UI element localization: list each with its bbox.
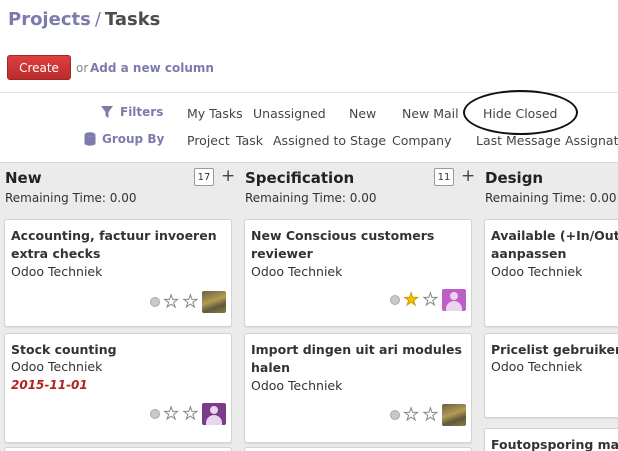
group-option-assignation[interactable]: Assignatio xyxy=(565,133,618,148)
task-title: Stock counting xyxy=(11,342,117,357)
task-card[interactable]: Pricelist gebruiken b Odoo Techniek xyxy=(484,333,618,418)
kanban-state-icon[interactable] xyxy=(389,295,400,305)
breadcrumb-separator: / xyxy=(94,9,101,30)
group-option-stage[interactable]: Stage xyxy=(350,133,386,148)
group-option-company[interactable]: Company xyxy=(392,133,451,148)
priority-star-icon[interactable]: ★ xyxy=(422,406,438,424)
filter-option-unassigned[interactable]: Unassigned xyxy=(253,106,326,121)
assignee-avatar xyxy=(202,291,226,313)
group-option-last-message[interactable]: Last Message xyxy=(476,133,561,148)
assignee-avatar xyxy=(202,403,226,425)
group-by-label: Group By xyxy=(102,132,165,146)
task-deadline: 2015-11-01 xyxy=(11,378,88,392)
kanban-state-icon[interactable] xyxy=(149,409,160,419)
group-option-project[interactable]: Project xyxy=(187,133,230,148)
assignee-avatar xyxy=(442,404,466,426)
column-count-badge[interactable]: 17 xyxy=(194,168,214,186)
task-title: Foutopsporing make xyxy=(491,437,618,451)
task-footer: ★ ★ xyxy=(389,404,466,426)
highlight-circle-annotation xyxy=(463,90,578,135)
kanban-state-icon[interactable] xyxy=(389,410,400,420)
task-title: Import dingen uit ari modules halen xyxy=(251,342,462,375)
assignee-avatar xyxy=(442,289,466,311)
filters-label: Filters xyxy=(120,105,164,119)
filter-option-my-tasks[interactable]: My Tasks xyxy=(187,106,243,121)
task-title: Pricelist gebruiken b xyxy=(491,342,618,357)
column-add-button[interactable]: + xyxy=(461,166,475,186)
filter-option-new[interactable]: New xyxy=(349,106,376,121)
task-footer: ★ ★ xyxy=(149,403,226,425)
task-card[interactable] xyxy=(244,447,472,451)
add-column-link[interactable]: Add a new column xyxy=(90,61,214,75)
column-title: Design xyxy=(485,169,544,187)
task-card[interactable]: Available (+In/Outgoi aanpassen Odoo Tec… xyxy=(484,219,618,327)
create-button[interactable]: Create xyxy=(7,55,71,80)
task-title: Accounting, factuur invoeren extra check… xyxy=(11,228,217,261)
breadcrumb: Projects / Tasks xyxy=(8,9,160,30)
breadcrumb-projects-link[interactable]: Projects xyxy=(8,9,91,30)
column-title: New xyxy=(5,169,42,187)
priority-star-icon[interactable]: ★ xyxy=(163,405,179,423)
priority-star-icon[interactable]: ★ xyxy=(403,291,419,309)
column-remaining-time: Remaining Time: 0.00 xyxy=(245,191,377,205)
task-title: Available (+In/Outgoi aanpassen xyxy=(491,228,618,261)
kanban-board: New 17 + Remaining Time: 0.00 Accounting… xyxy=(0,162,618,451)
task-project: Odoo Techniek xyxy=(11,359,103,374)
column-add-button[interactable]: + xyxy=(221,166,235,186)
task-title: New Conscious customers reviewer xyxy=(251,228,435,261)
column-remaining-time: Remaining Time: 0.00 xyxy=(5,191,137,205)
funnel-icon xyxy=(101,106,113,118)
group-option-assigned-to[interactable]: Assigned to xyxy=(273,133,346,148)
task-project: Odoo Techniek xyxy=(251,264,343,279)
kanban-column-specification: Specification 11 + Remaining Time: 0.00 … xyxy=(240,163,480,451)
task-card[interactable]: Import dingen uit ari modules halen Odoo… xyxy=(244,333,472,443)
priority-star-icon[interactable]: ★ xyxy=(403,406,419,424)
task-footer: ★ ★ xyxy=(389,289,466,311)
task-card[interactable]: Stock counting Odoo Techniek 2015-11-01 … xyxy=(4,333,232,443)
group-by-header[interactable]: Group By xyxy=(84,132,164,146)
priority-star-icon[interactable]: ★ xyxy=(163,293,179,311)
database-icon xyxy=(84,132,96,146)
filter-option-new-mail[interactable]: New Mail xyxy=(402,106,459,121)
kanban-state-icon[interactable] xyxy=(149,297,160,307)
task-project: Odoo Techniek xyxy=(11,264,103,279)
task-project: Odoo Techniek xyxy=(491,359,583,374)
filters-header[interactable]: Filters xyxy=(100,105,163,119)
task-card[interactable] xyxy=(4,447,232,451)
priority-star-icon[interactable]: ★ xyxy=(182,405,198,423)
task-footer: ★ ★ xyxy=(149,291,226,313)
kanban-column-new: New 17 + Remaining Time: 0.00 Accounting… xyxy=(0,163,240,451)
task-project: Odoo Techniek xyxy=(251,378,343,393)
task-card[interactable]: New Conscious customers reviewer Odoo Te… xyxy=(244,219,472,327)
task-card[interactable]: Foutopsporing make xyxy=(484,428,618,451)
priority-star-icon[interactable]: ★ xyxy=(182,293,198,311)
task-card[interactable]: Accounting, factuur invoeren extra check… xyxy=(4,219,232,327)
task-project: Odoo Techniek xyxy=(491,264,583,279)
priority-star-icon[interactable]: ★ xyxy=(422,291,438,309)
column-count-badge[interactable]: 11 xyxy=(434,168,454,186)
group-option-task[interactable]: Task xyxy=(236,133,263,148)
or-text: or xyxy=(76,61,89,75)
page-title: Tasks xyxy=(104,9,161,30)
column-title: Specification xyxy=(245,169,355,187)
column-remaining-time: Remaining Time: 0.00 xyxy=(485,191,617,205)
kanban-column-design: Design Remaining Time: 0.00 Available (+… xyxy=(480,163,618,451)
